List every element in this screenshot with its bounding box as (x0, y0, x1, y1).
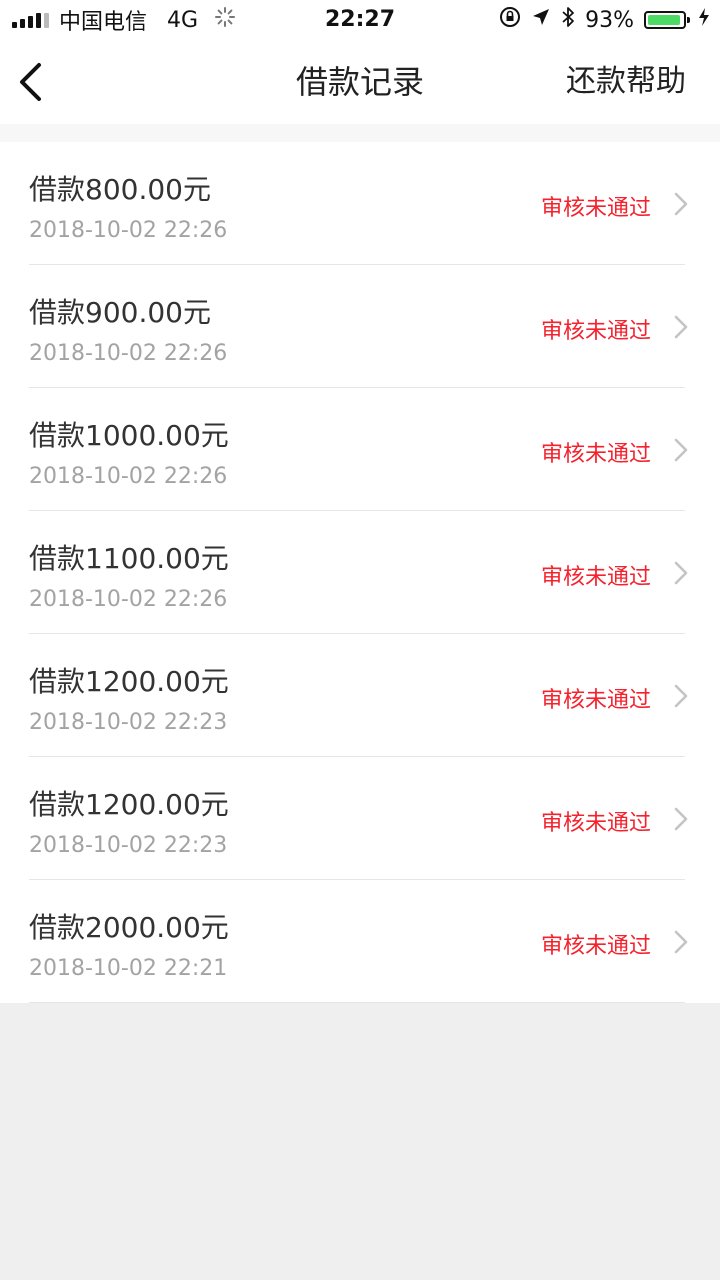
loading-icon (214, 6, 236, 34)
loan-amount: 借款800.00元 (29, 173, 211, 206)
loan-amount: 借款1200.00元 (29, 788, 229, 821)
loan-status: 审核未通过 (540, 811, 651, 836)
back-button[interactable] (10, 60, 50, 104)
chevron-right-icon (674, 561, 688, 585)
loan-amount: 借款900.00元 (29, 296, 211, 329)
signal-icon (12, 12, 49, 28)
nav-bar: 借款记录 还款帮助 (0, 40, 720, 124)
battery-icon (644, 11, 690, 29)
chevron-right-icon (674, 930, 688, 954)
section-gap (0, 124, 720, 142)
loan-status: 审核未通过 (540, 688, 651, 713)
repayment-help-button[interactable]: 还款帮助 (566, 40, 686, 124)
loan-amount: 借款2000.00元 (29, 911, 229, 944)
loan-time: 2018-10-02 22:23 (29, 710, 228, 735)
loan-status: 审核未通过 (540, 934, 651, 959)
loan-record-row[interactable]: 借款1100.00元 2018-10-02 22:26 审核未通过 (29, 511, 688, 634)
chevron-right-icon (674, 192, 688, 216)
status-left: 中国电信 4G (12, 0, 236, 40)
network-label: 4G (167, 7, 199, 33)
loan-status: 审核未通过 (540, 319, 651, 344)
carrier-label: 中国电信 (59, 10, 148, 35)
charging-bolt-icon (698, 7, 710, 33)
chevron-right-icon (674, 438, 688, 462)
loan-record-row[interactable]: 借款1200.00元 2018-10-02 22:23 审核未通过 (29, 634, 688, 757)
loan-amount: 借款1200.00元 (29, 665, 229, 698)
bluetooth-icon (561, 6, 575, 34)
loan-record-row[interactable]: 借款2000.00元 2018-10-02 22:21 审核未通过 (29, 880, 688, 1003)
loan-record-row[interactable]: 借款1000.00元 2018-10-02 22:26 审核未通过 (29, 388, 688, 511)
loan-time: 2018-10-02 22:26 (29, 341, 228, 366)
loan-status: 审核未通过 (540, 196, 651, 221)
loan-time: 2018-10-02 22:26 (29, 218, 228, 243)
loan-amount: 借款1000.00元 (29, 419, 229, 452)
status-bar: 中国电信 4G 22:27 93% (0, 0, 720, 40)
loan-record-list: 借款800.00元 2018-10-02 22:26 审核未通过 借款900.00元 2… (0, 142, 720, 1003)
loan-status: 审核未通过 (540, 565, 651, 590)
chevron-right-icon (674, 807, 688, 831)
chevron-right-icon (674, 315, 688, 339)
battery-fill (648, 15, 680, 25)
loan-time: 2018-10-02 22:26 (29, 587, 228, 612)
location-arrow-icon (531, 7, 551, 33)
loan-time: 2018-10-02 22:21 (29, 956, 228, 981)
chevron-left-icon (20, 63, 41, 101)
loan-record-row[interactable]: 借款1200.00元 2018-10-02 22:23 审核未通过 (29, 757, 688, 880)
loan-record-row[interactable]: 借款900.00元 2018-10-02 22:26 审核未通过 (29, 265, 688, 388)
orientation-lock-icon (499, 6, 521, 34)
loan-amount: 借款1100.00元 (29, 542, 229, 575)
loan-time: 2018-10-02 22:26 (29, 464, 228, 489)
loan-record-row[interactable]: 借款800.00元 2018-10-02 22:26 审核未通过 (29, 142, 688, 265)
loan-status: 审核未通过 (540, 442, 651, 467)
chevron-right-icon (674, 684, 688, 708)
battery-percent: 93% (585, 7, 634, 33)
status-right: 93% (499, 0, 710, 40)
loan-time: 2018-10-02 22:23 (29, 833, 228, 858)
